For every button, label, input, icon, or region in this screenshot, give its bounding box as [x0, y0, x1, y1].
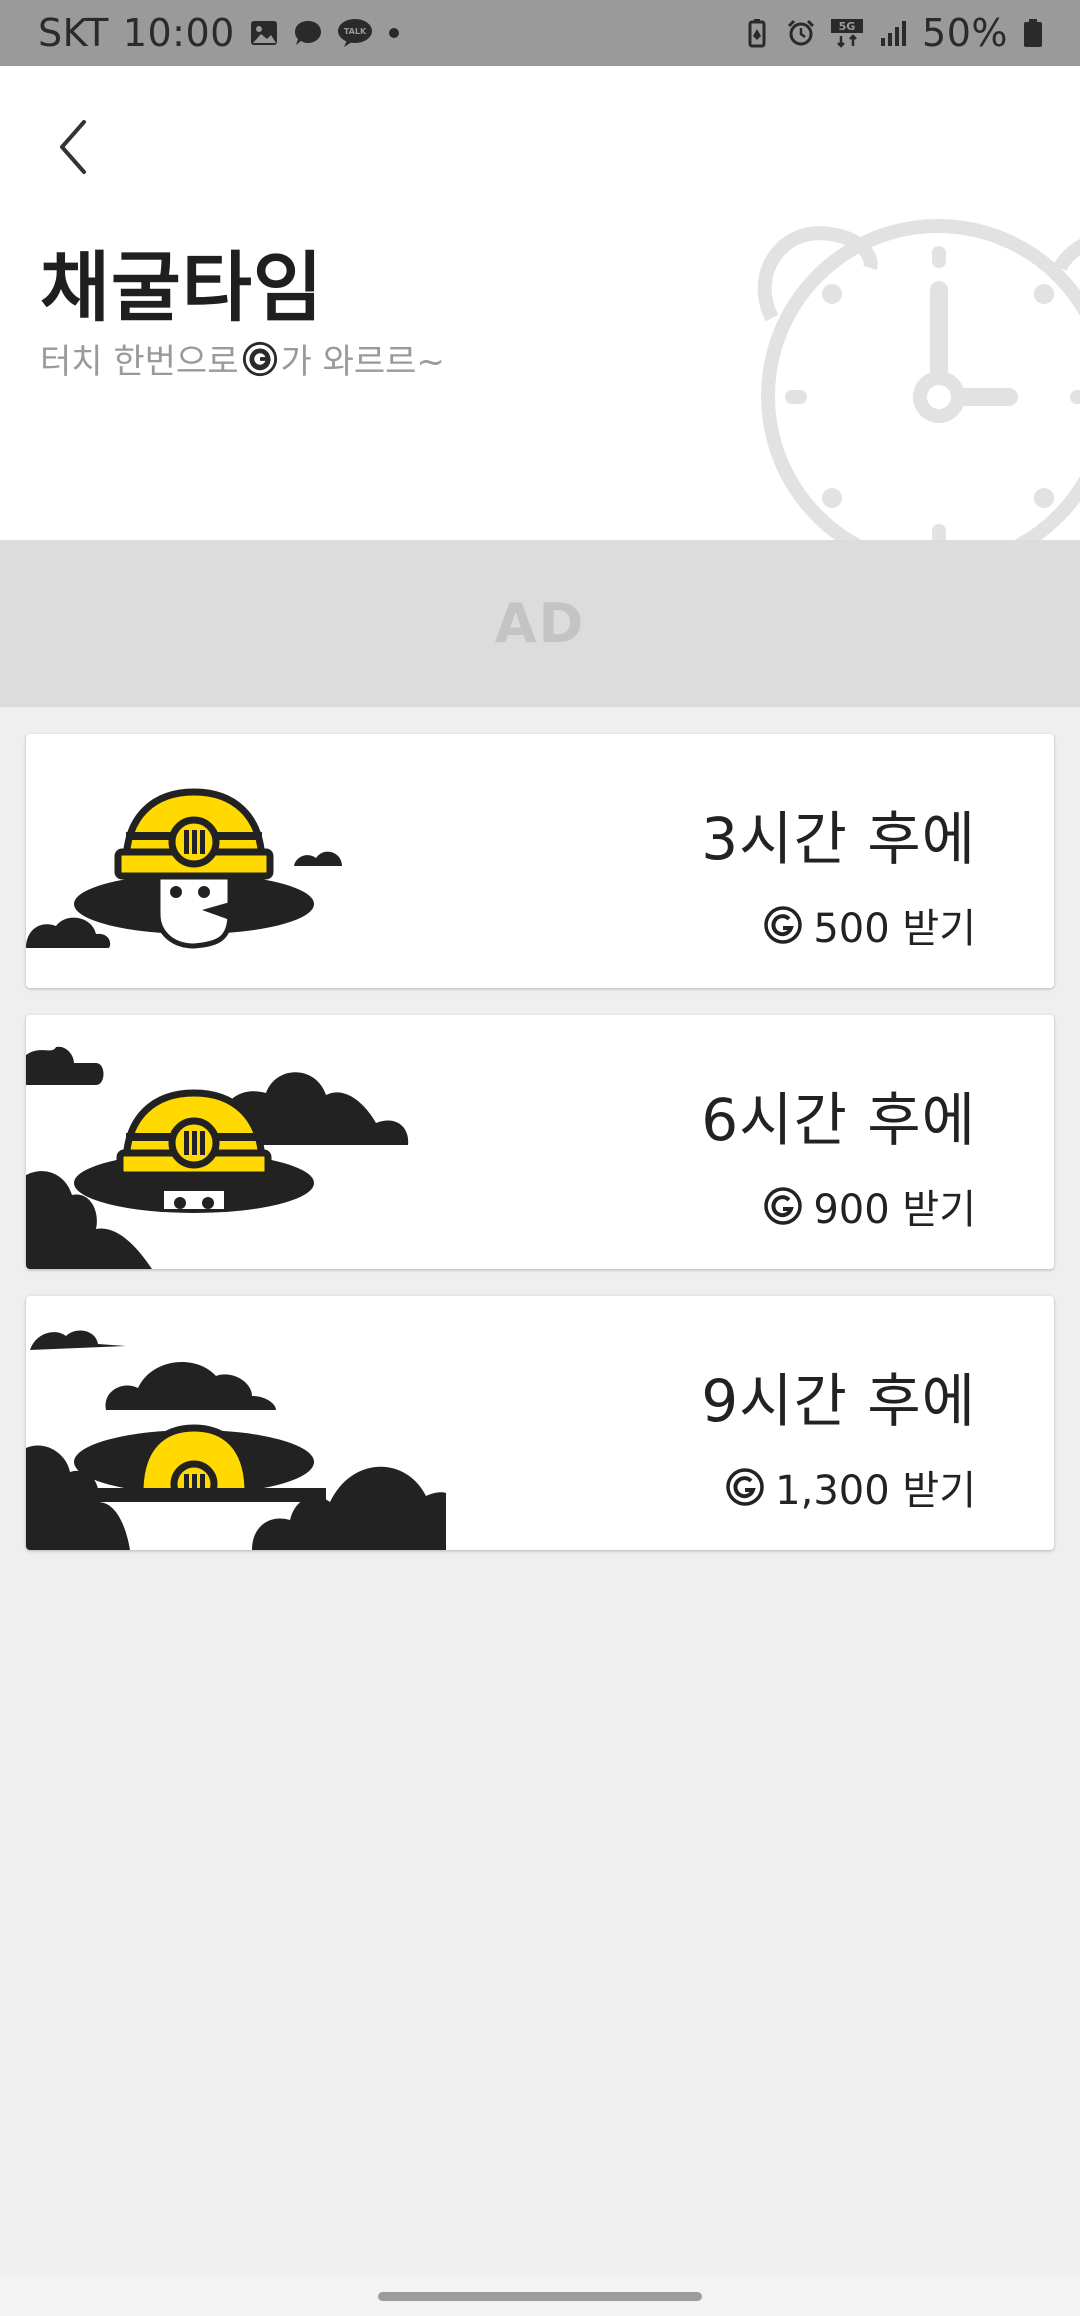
g-coin-icon — [763, 1186, 803, 1226]
card-text: 3시간 후에 500 받기 — [701, 792, 976, 954]
card-time-label: 9시간 후에 — [701, 1367, 976, 1435]
chevron-left-icon — [60, 120, 86, 174]
subtitle-text-after: 가 와르르~ — [280, 342, 445, 382]
card-reward: 1,300 받기 — [701, 1458, 976, 1516]
miner-deep-icon — [26, 1296, 446, 1550]
alarm-clock-icon — [750, 206, 1080, 540]
5g-icon: 5G — [830, 18, 864, 48]
battery-icon — [1022, 18, 1044, 48]
status-bar: SKT 10:00 TALK 5G 50% — [0, 0, 1080, 66]
alarm-icon — [786, 18, 816, 48]
carrier-label: SKT — [38, 11, 109, 55]
home-indicator[interactable] — [378, 2292, 702, 2301]
miner-in-hole-icon — [26, 1015, 446, 1269]
g-coin-icon — [725, 1467, 765, 1507]
card-reward-label: 1,300 받기 — [775, 1468, 976, 1514]
mining-option-card-6h[interactable]: 6시간 후에 900 받기 — [26, 1015, 1054, 1269]
card-reward-label: 500 받기 — [813, 906, 976, 952]
page-header: 채굴타임 터치 한번으로 가 와르르~ — [0, 66, 1080, 540]
card-time-label: 3시간 후에 — [701, 805, 976, 873]
page-title: 채굴타임 — [40, 243, 324, 332]
miner-emerging-icon — [26, 734, 446, 988]
ad-label: AD — [494, 592, 586, 655]
card-reward: 500 받기 — [701, 896, 976, 954]
status-bar-left: SKT 10:00 TALK — [38, 11, 401, 55]
gallery-icon — [249, 18, 279, 48]
svg-text:TALK: TALK — [344, 27, 367, 36]
card-reward-label: 900 받기 — [813, 1187, 976, 1233]
mining-option-card-3h[interactable]: 3시간 후에 500 받기 — [26, 734, 1054, 988]
battery-percent: 50% — [922, 11, 1008, 55]
clock-time: 10:00 — [122, 11, 235, 55]
signal-icon — [878, 18, 908, 48]
mining-option-card-9h[interactable]: 9시간 후에 1,300 받기 — [26, 1296, 1054, 1550]
subtitle-text-before: 터치 한번으로 — [40, 342, 239, 382]
back-button[interactable] — [50, 114, 100, 180]
card-time-label: 6시간 후에 — [701, 1086, 976, 1154]
g-coin-icon — [241, 340, 279, 378]
g-coin-icon — [763, 905, 803, 945]
page-subtitle: 터치 한번으로 가 와르르~ — [40, 334, 445, 383]
card-text: 9시간 후에 1,300 받기 — [701, 1354, 976, 1516]
ad-banner[interactable]: AD — [0, 540, 1080, 707]
svg-text:5G: 5G — [839, 20, 856, 33]
kakaotalk-icon: TALK — [337, 18, 373, 48]
chat-bubble-icon — [293, 18, 323, 48]
status-bar-right: 5G 50% — [742, 11, 1044, 55]
card-text: 6시간 후에 900 받기 — [701, 1073, 976, 1235]
dot-icon — [387, 18, 401, 48]
card-reward: 900 받기 — [701, 1177, 976, 1235]
battery-saver-icon — [742, 18, 772, 48]
